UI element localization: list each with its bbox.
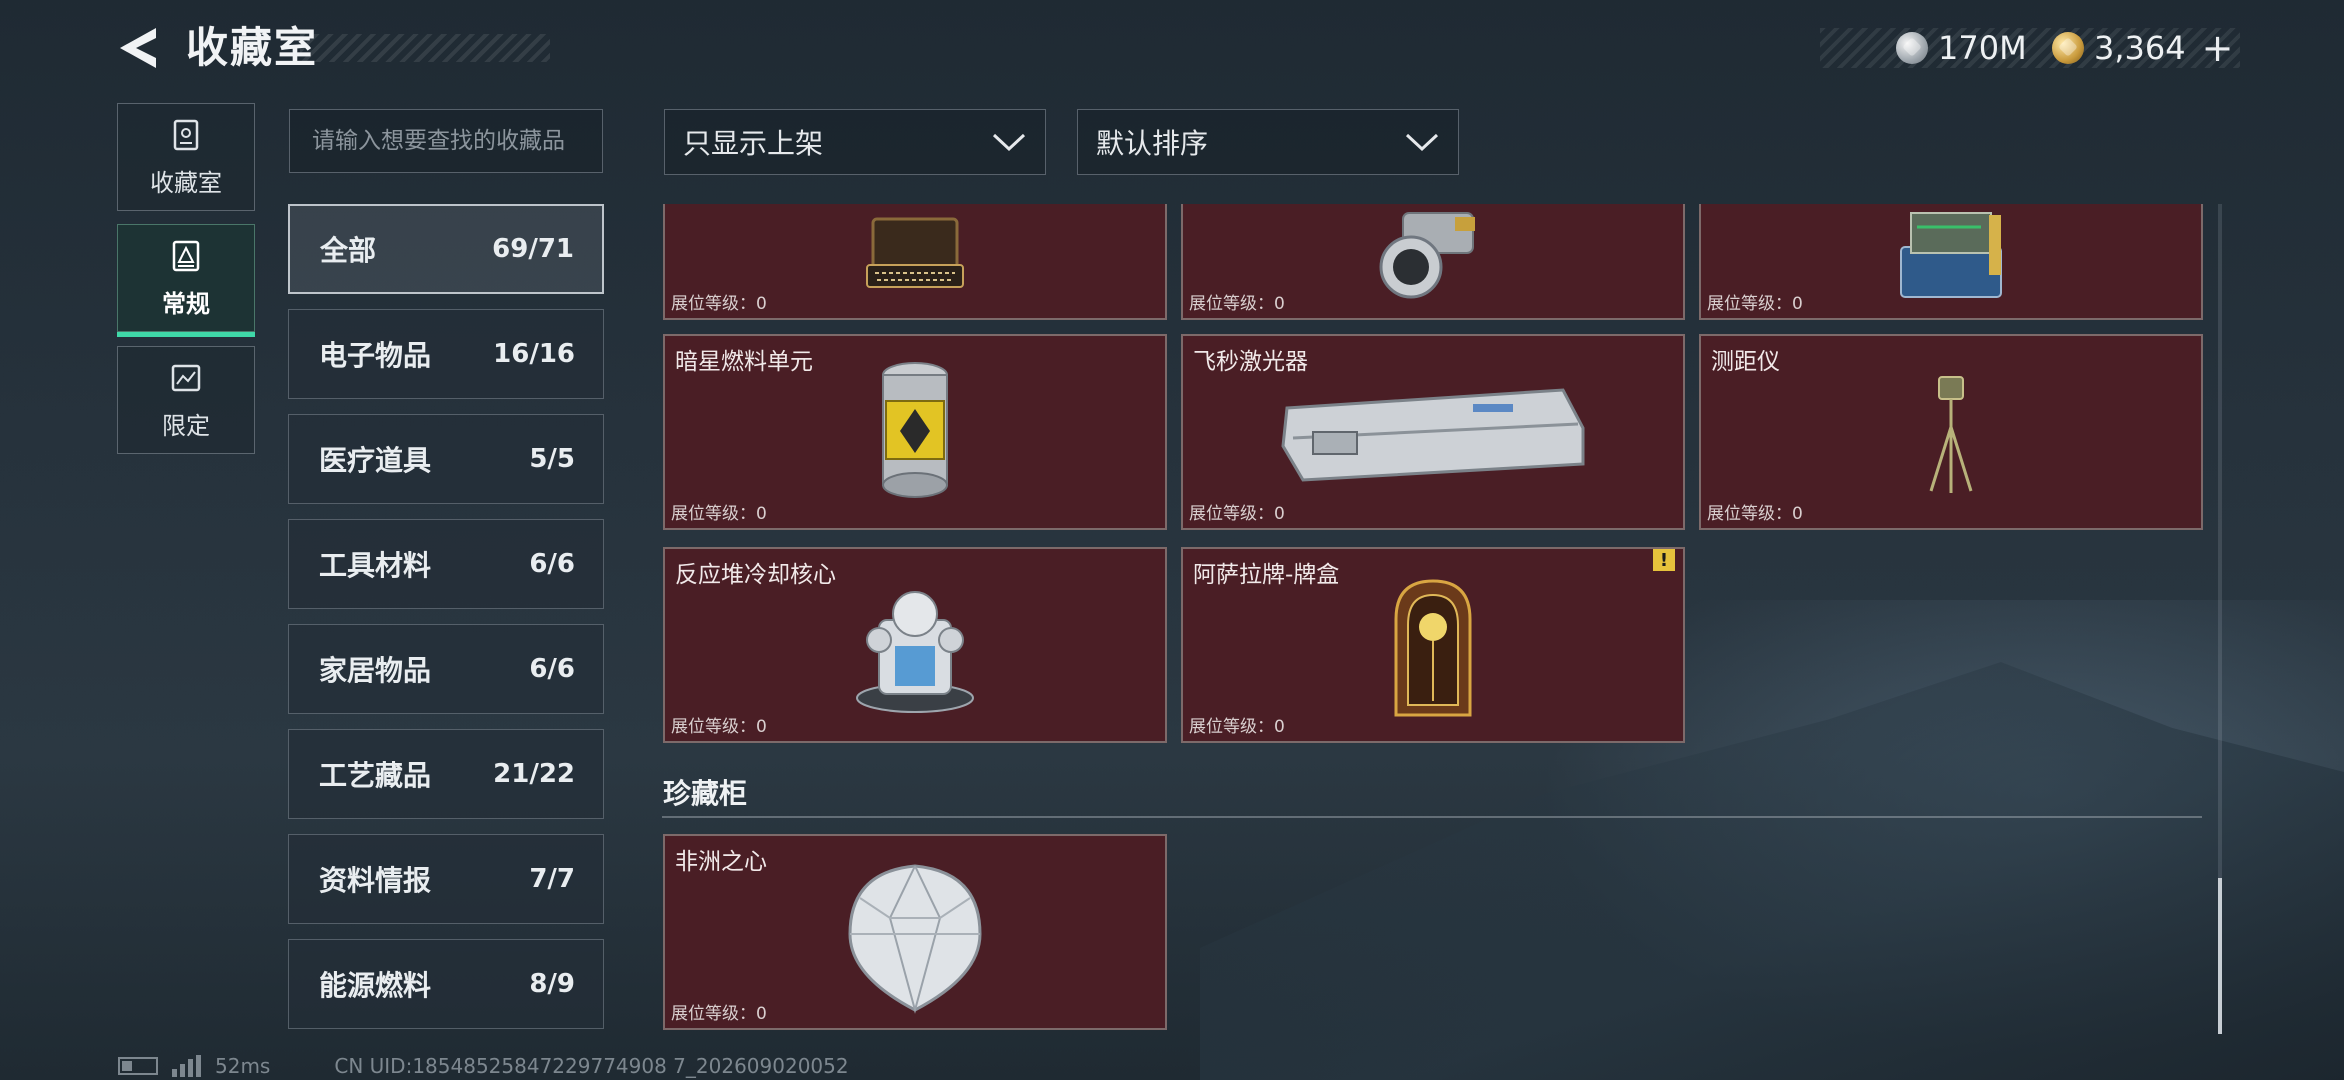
nav-regular[interactable]: 常规 (117, 224, 255, 337)
battery-icon (118, 1057, 158, 1075)
page-title: 收藏室 (186, 23, 319, 72)
category-household[interactable]: 家居物品 6/6 (288, 624, 604, 714)
collection-grid: 展位等级：0 展位等级：0 展位等级：0 暗星燃料单元 展位等级：0 飞秒激光器… (660, 204, 2222, 1034)
item-level: 展位等级：0 (671, 717, 767, 737)
category-medical[interactable]: 医疗道具 5/5 (288, 414, 604, 504)
item-card[interactable]: 反应堆冷却核心 展位等级：0 (663, 547, 1167, 743)
nav-label: 收藏室 (150, 168, 222, 197)
item-card[interactable]: 非洲之心 展位等级：0 (663, 834, 1167, 1030)
back-arrow-icon (120, 28, 156, 68)
category-name: 工具材料 (319, 549, 432, 582)
nav-collection-room[interactable]: 收藏室 (117, 103, 255, 211)
regular-icon (172, 240, 200, 271)
nav-label: 限定 (162, 411, 210, 440)
category-intel[interactable]: 资料情报 7/7 (288, 834, 604, 924)
limited-icon (171, 364, 201, 391)
ping-value: 52ms (215, 1054, 271, 1078)
category-name: 工艺藏品 (319, 759, 432, 792)
item-card[interactable]: 测距仪 展位等级：0 (1699, 334, 2203, 530)
item-level: 展位等级：0 (1707, 294, 1803, 314)
signal-icon (172, 1055, 201, 1077)
category-name: 能源燃料 (319, 969, 432, 1002)
listing-filter-dropdown[interactable]: 只显示上架 (664, 109, 1046, 175)
category-electronics[interactable]: 电子物品 16/16 (288, 309, 604, 399)
silver-currency: 170M (1896, 28, 2027, 68)
listing-filter-value: 只显示上架 (683, 127, 824, 160)
category-name: 电子物品 (319, 339, 432, 372)
item-level: 展位等级：0 (671, 504, 767, 524)
item-card[interactable]: 展位等级：0 (1699, 204, 2203, 320)
category-crafts[interactable]: 工艺藏品 21/22 (288, 729, 604, 819)
item-level: 展位等级：0 (1189, 504, 1285, 524)
silver-amount: 170M (1938, 29, 2027, 67)
category-count: 69/71 (492, 234, 574, 264)
nav-limited[interactable]: 限定 (117, 346, 255, 454)
section-divider (662, 816, 2202, 818)
silver-coin-icon (1896, 32, 1928, 64)
category-name: 家居物品 (319, 654, 432, 687)
category-count: 6/6 (529, 549, 575, 579)
category-count: 6/6 (529, 654, 575, 684)
category-count: 8/9 (529, 969, 575, 999)
item-level: 展位等级：0 (671, 294, 767, 314)
status-footer: 52ms CN UID:18548525847229774908 7_20260… (118, 1052, 849, 1080)
chevron-down-icon (992, 133, 1026, 152)
top-bar: 收藏室 170M 3,364 + (0, 0, 2344, 100)
item-card[interactable]: 阿萨拉牌-牌盒 ! 展位等级：0 (1181, 547, 1685, 743)
category-count: 21/22 (493, 759, 575, 789)
search-input[interactable] (289, 109, 603, 173)
item-level: 展位等级：0 (1189, 717, 1285, 737)
sort-value: 默认排序 (1096, 127, 1209, 160)
category-name: 医疗道具 (319, 444, 432, 477)
category-name: 全部 (320, 234, 377, 267)
collection-room-icon (173, 119, 199, 150)
add-currency-button[interactable]: + (2202, 26, 2234, 70)
sort-dropdown[interactable]: 默认排序 (1077, 109, 1459, 175)
section-title-treasure: 珍藏柜 (663, 777, 748, 810)
chevron-down-icon (1405, 133, 1439, 152)
nav-label: 常规 (162, 289, 210, 318)
item-card[interactable]: 展位等级：0 (663, 204, 1167, 320)
item-level: 展位等级：0 (1189, 294, 1285, 314)
category-count: 5/5 (529, 444, 575, 474)
category-name: 资料情报 (319, 864, 432, 897)
back-button[interactable] (112, 22, 164, 74)
uid-text: CN UID:18548525847229774908 7_2026090200… (334, 1054, 849, 1078)
item-card[interactable]: 暗星燃料单元 展位等级：0 (663, 334, 1167, 530)
gold-amount: 3,364 (2094, 29, 2186, 67)
category-count: 16/16 (493, 339, 575, 369)
gold-currency: 3,364 + (2052, 26, 2234, 70)
scrollbar-thumb[interactable] (2218, 878, 2222, 1034)
title-stripe-decoration (300, 34, 550, 62)
category-fuel[interactable]: 能源燃料 8/9 (288, 939, 604, 1029)
category-all[interactable]: 全部 69/71 (288, 204, 604, 294)
item-card[interactable]: 飞秒激光器 展位等级：0 (1181, 334, 1685, 530)
category-tools[interactable]: 工具材料 6/6 (288, 519, 604, 609)
item-level: 展位等级：0 (1707, 504, 1803, 524)
item-level: 展位等级：0 (671, 1004, 767, 1024)
item-card[interactable]: 展位等级：0 (1181, 204, 1685, 320)
category-count: 7/7 (529, 864, 575, 894)
gold-coin-icon (2052, 32, 2084, 64)
